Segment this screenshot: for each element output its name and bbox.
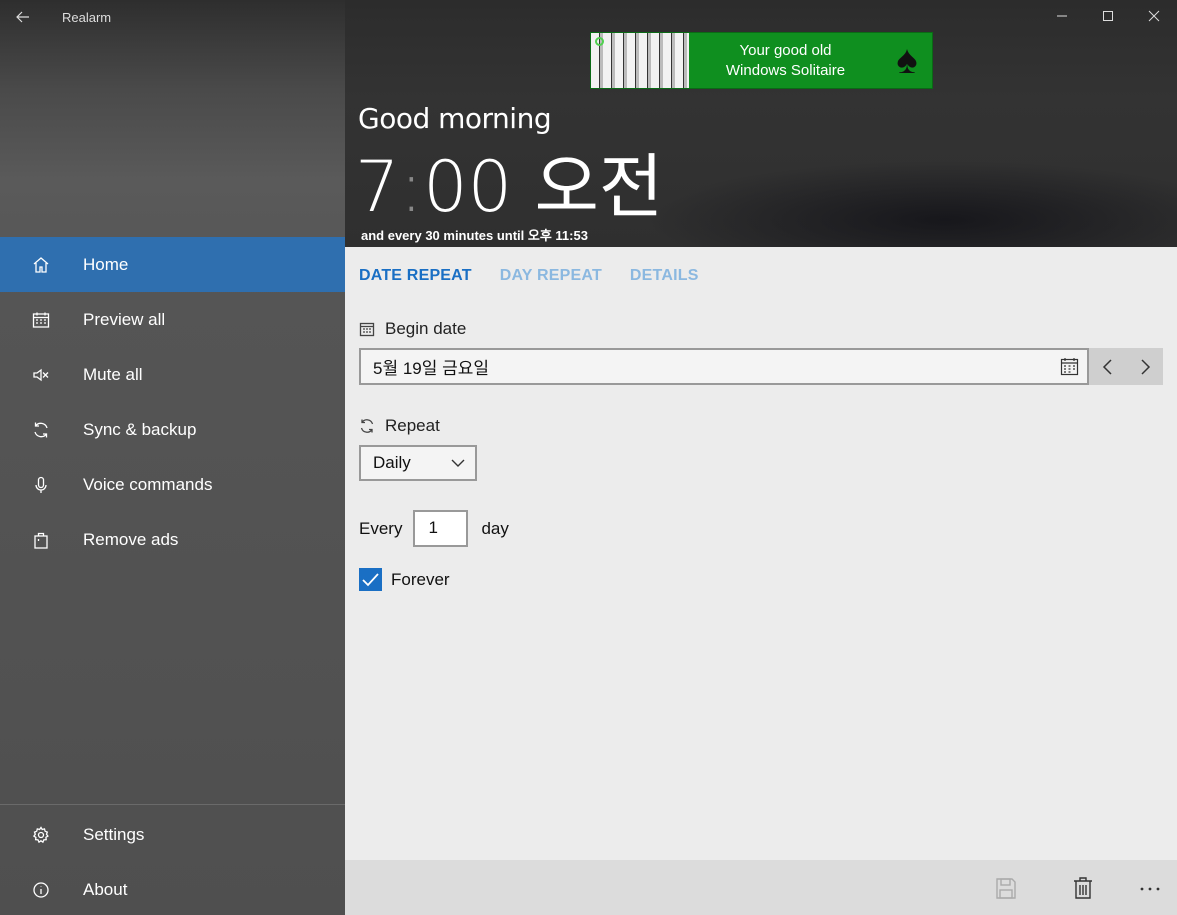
ad-text: Your good old Windows Solitaire: [689, 33, 882, 88]
mute-icon: [0, 366, 83, 384]
forever-label: Forever: [391, 569, 450, 589]
sidebar-item-about[interactable]: About: [0, 862, 345, 915]
sidebar-item-voice-commands[interactable]: Voice commands: [0, 457, 345, 512]
minimize-button[interactable]: [1039, 0, 1085, 32]
calendar-picker-icon[interactable]: [1060, 357, 1079, 381]
previous-date-button[interactable]: [1089, 348, 1126, 385]
close-icon: [1148, 10, 1160, 22]
save-icon: [996, 878, 1016, 899]
forever-option[interactable]: Forever: [359, 568, 450, 591]
save-button[interactable]: [991, 874, 1021, 902]
main-content: DATE REPEAT DAY REPEAT DETAILS Begin dat…: [345, 247, 1177, 860]
repeat-select-value: Daily: [373, 453, 411, 472]
forever-checkbox[interactable]: [359, 568, 382, 591]
bag-icon: [0, 531, 83, 549]
date-stepper: [1089, 348, 1163, 385]
title-bar: Realarm: [0, 0, 345, 34]
begin-date-label: Begin date: [359, 319, 466, 339]
back-arrow-icon: [16, 11, 29, 23]
gear-icon: [0, 825, 83, 844]
alarm-colon: :: [399, 146, 424, 228]
sidebar-item-label: Preview all: [83, 309, 166, 329]
sidebar-item-remove-ads[interactable]: Remove ads: [0, 512, 345, 567]
begin-date-picker[interactable]: 5월 19일 금요일: [359, 348, 1089, 385]
calendar-icon: [0, 311, 83, 329]
sidebar-nav: Home Preview all Mute all Sync & backup …: [0, 237, 345, 567]
chevron-right-icon: [1140, 358, 1150, 375]
sync-icon: [0, 421, 83, 439]
sidebar-item-mute-all[interactable]: Mute all: [0, 347, 345, 402]
tab-date-repeat[interactable]: DATE REPEAT: [359, 267, 472, 285]
trash-icon: [1074, 877, 1092, 899]
sidebar-item-home[interactable]: Home: [0, 237, 345, 292]
back-button[interactable]: [0, 0, 46, 34]
interval-row: Every 1 day: [359, 510, 509, 547]
tab-bar: DATE REPEAT DAY REPEAT DETAILS: [359, 267, 699, 285]
alarm-repeat-summary: and every 30 minutes until 오후 11:53: [361, 228, 588, 243]
window-controls: [1039, 0, 1177, 34]
checkmark-icon: [362, 572, 379, 586]
ad-cards-image: [591, 33, 689, 88]
spade-icon: ♠: [896, 38, 918, 82]
sidebar-item-label: Voice commands: [83, 474, 213, 494]
close-button[interactable]: [1131, 0, 1177, 32]
alarm-header: Your good old Windows Solitaire ♠ Good m…: [345, 0, 1177, 247]
tab-day-repeat[interactable]: DAY REPEAT: [500, 267, 602, 285]
sidebar-item-preview-all[interactable]: Preview all: [0, 292, 345, 347]
maximize-button[interactable]: [1085, 0, 1131, 32]
alarm-minutes: 00: [423, 146, 513, 228]
sidebar-bottom-nav: Settings About: [0, 804, 345, 915]
alarm-hour: 7: [355, 146, 400, 228]
ellipsis-icon: [1140, 887, 1160, 891]
repeat-label: Repeat: [359, 416, 440, 436]
next-date-button[interactable]: [1126, 348, 1163, 385]
begin-date-value: 5월 19일 금요일: [373, 359, 490, 378]
every-label: Every: [359, 518, 403, 538]
sidebar-item-sync-backup[interactable]: Sync & backup: [0, 402, 345, 457]
minimize-icon: [1057, 15, 1067, 17]
maximize-icon: [1103, 11, 1113, 21]
home-icon: [0, 256, 83, 274]
ad-line-1: Your good old: [739, 41, 832, 59]
sidebar-item-label: Remove ads: [83, 529, 179, 549]
repeat-icon: [360, 419, 374, 433]
chevron-down-icon: [451, 459, 465, 467]
calendar-icon: [359, 322, 375, 337]
sidebar-item-label: Home: [83, 254, 129, 274]
alarm-time: 7:00 오전: [355, 142, 663, 232]
info-icon: [0, 881, 83, 899]
interval-unit-label: day: [481, 518, 509, 538]
chevron-left-icon: [1102, 358, 1112, 375]
delete-button[interactable]: [1068, 874, 1098, 902]
sidebar-item-label: About: [83, 879, 128, 899]
ad-line-2: Windows Solitaire: [725, 61, 846, 79]
sidebar: Realarm Home Preview all Mute all Sync &…: [0, 0, 345, 915]
alarm-ampm: 오전: [534, 146, 664, 228]
interval-input[interactable]: 1: [413, 510, 469, 547]
repeat-select[interactable]: Daily: [359, 445, 477, 481]
sidebar-item-label: Mute all: [83, 364, 143, 384]
sidebar-item-label: Sync & backup: [83, 419, 197, 439]
command-bar: [345, 860, 1177, 915]
microphone-icon: [0, 476, 83, 494]
sidebar-item-label: Settings: [83, 824, 145, 844]
tab-details[interactable]: DETAILS: [630, 267, 699, 285]
more-options-button[interactable]: [1135, 874, 1165, 902]
repeat-label-text: Repeat: [385, 416, 440, 435]
ad-banner[interactable]: Your good old Windows Solitaire ♠: [590, 32, 933, 89]
begin-date-label-text: Begin date: [385, 319, 467, 338]
sidebar-item-settings[interactable]: Settings: [0, 807, 345, 862]
greeting: Good morning: [358, 102, 552, 135]
app-title: Realarm: [62, 9, 112, 25]
